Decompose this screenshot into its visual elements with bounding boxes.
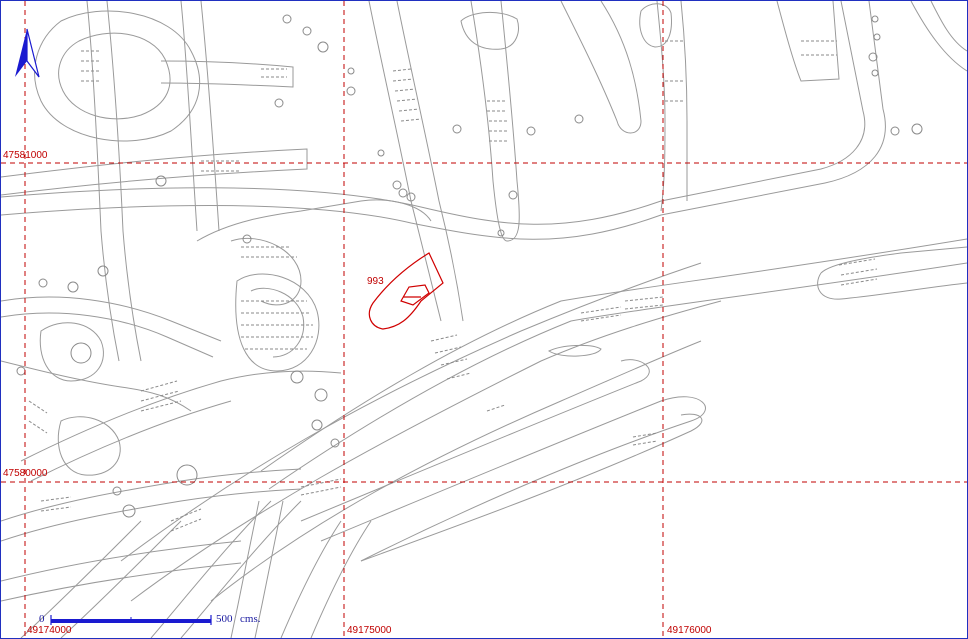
- easting-label: 49176000: [667, 625, 712, 636]
- map-canvas[interactable]: [1, 1, 967, 638]
- northing-label: 47580000: [3, 468, 48, 479]
- easting-label: 49175000: [347, 625, 392, 636]
- map-viewport[interactable]: 47581000 47580000 49174000 49175000 4917…: [0, 0, 968, 639]
- feature-label[interactable]: 993: [367, 277, 384, 287]
- rock-outlines: [16, 14, 923, 518]
- north-arrow-icon: [15, 28, 40, 78]
- easting-label: 49174000: [27, 625, 72, 636]
- scale-start-label: 0: [39, 613, 45, 625]
- gallery-outlines: [1, 1, 967, 638]
- scale-unit-label: cms.: [240, 613, 261, 625]
- northing-label: 47581000: [3, 150, 48, 161]
- scale-bar: [50, 615, 212, 625]
- scale-end-label: 500: [216, 613, 233, 625]
- highlight-feature-993[interactable]: [368, 252, 444, 330]
